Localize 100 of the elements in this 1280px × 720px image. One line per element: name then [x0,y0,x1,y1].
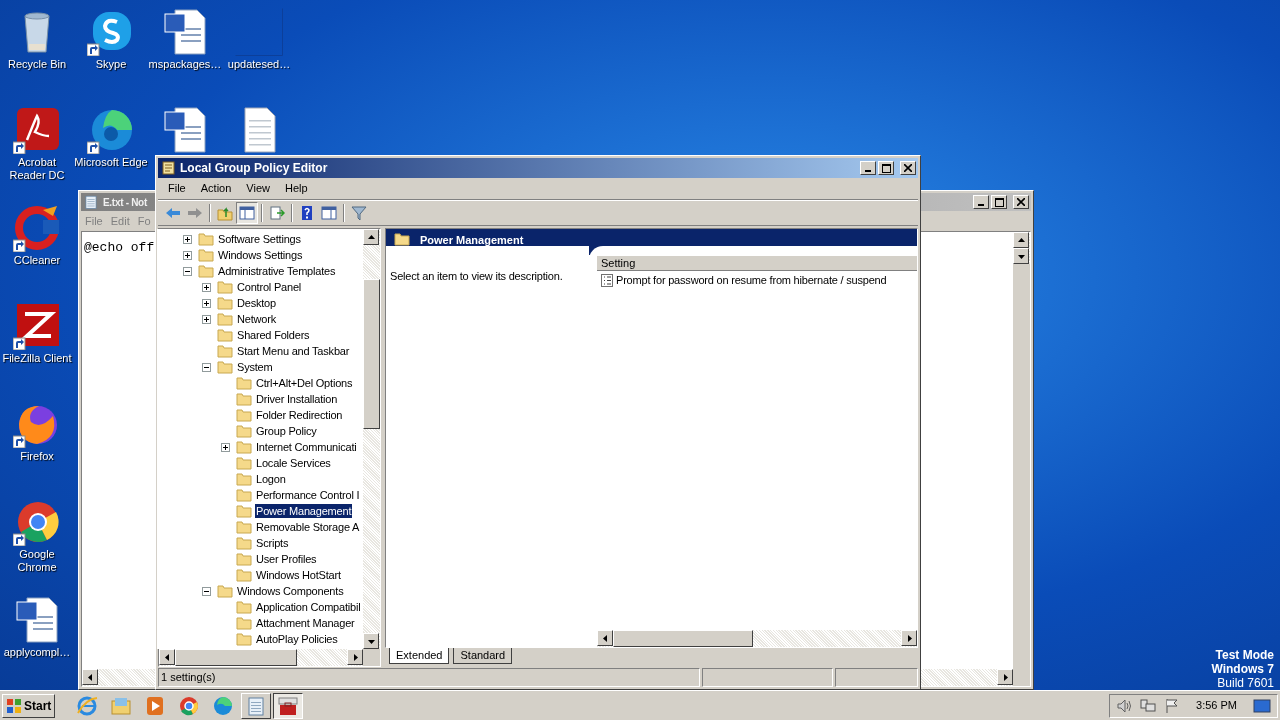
arrow-up-icon [367,233,375,241]
folder-icon [236,600,252,614]
tree-item[interactable]: Windows HotStart [255,568,342,582]
tree-item[interactable]: Performance Control I [255,488,361,502]
expand-icon[interactable] [202,298,211,308]
scroll-down-button[interactable] [1013,248,1029,264]
maximize-icon [881,163,891,173]
column-header[interactable]: Setting [597,256,917,271]
gpe-icon [277,694,300,717]
show-desktop-icon[interactable] [1253,697,1271,714]
scrollbar-thumb[interactable] [613,630,753,647]
scroll-icon [160,160,176,176]
arrow-right-icon [905,634,913,642]
edge-icon [212,694,235,717]
scroll-right-button[interactable] [997,669,1013,685]
os-notice: Build 7601 [1217,676,1274,690]
tree-item[interactable]: Shared Folders [236,328,311,342]
tree-item[interactable]: Scripts [255,536,290,550]
tree-item[interactable]: Software Settings [217,232,302,246]
expand-icon[interactable] [202,314,211,324]
close-button[interactable] [900,161,916,175]
tree-item[interactable]: Ctrl+Alt+Del Options [255,376,354,390]
close-button[interactable] [1013,195,1029,209]
arrow-right-icon [1001,673,1009,681]
scroll-left-button[interactable] [82,669,98,685]
scroll-up-button[interactable] [1013,232,1029,248]
start-button[interactable]: Start [2,693,56,718]
horizontal-scrollbar[interactable] [597,630,917,647]
tree-item[interactable]: Group Policy [255,424,318,438]
tree-item[interactable]: Windows Settings [217,248,304,262]
tree-item[interactable]: Network [236,312,277,326]
speaker-icon[interactable] [1116,697,1133,714]
policy-icon [601,273,613,287]
menu-item[interactable]: Help [284,180,308,197]
clock[interactable]: 3:56 PM [1188,697,1245,714]
scroll-left-button[interactable] [159,649,175,665]
maximize-icon [994,197,1004,207]
folder-icon [236,504,252,518]
tree-item[interactable]: AutoPlay Policies [255,632,339,646]
scroll-right-button[interactable] [901,630,917,646]
taskbar-button[interactable] [273,692,304,719]
arrow-down-icon [1017,252,1025,260]
policy-setting[interactable]: Prompt for password on resume from hibernate / suspend [616,271,887,289]
folder-icon [236,440,252,454]
collapse-icon[interactable] [202,362,211,372]
expand-icon[interactable] [183,234,192,244]
network-icon[interactable] [1140,697,1157,714]
scroll-up-button[interactable] [363,229,379,245]
expand-icon[interactable] [183,250,192,260]
tree-item[interactable]: Control Panel [236,280,303,294]
folder-icon [236,536,252,550]
windows-logo-icon [6,697,22,714]
scroll-left-button[interactable] [597,630,613,646]
chrome-icon [178,694,201,717]
menu-item[interactable]: Action [200,180,232,197]
minimize-button[interactable] [973,195,989,209]
tree-item[interactable]: Attachment Manager [255,616,356,630]
scrollbar-thumb[interactable] [175,649,297,666]
tree-item[interactable]: Driver Installation [255,392,339,406]
tree-item[interactable]: System [236,360,274,374]
arrow-left-icon [163,653,171,661]
collapse-icon[interactable] [202,586,211,596]
tree-item[interactable]: Logon [255,472,287,486]
tree-item[interactable]: Locale Services [255,456,332,470]
minimize-button[interactable] [860,161,876,175]
folder-icon [217,344,233,358]
menu-item[interactable]: View [246,180,270,197]
tree-item[interactable]: Desktop [236,296,277,310]
collapse-icon[interactable] [183,266,192,276]
arrow-right-icon [351,653,359,661]
expand-icon[interactable] [202,282,211,292]
folder-icon [198,248,214,262]
tree-item[interactable]: Administrative Templates [217,264,337,278]
tree-item[interactable]: User Profiles [255,552,318,566]
folder-icon [236,632,252,646]
scrollbar-thumb[interactable] [363,279,380,429]
tree-item[interactable]: Power Management [255,504,353,518]
view-tab[interactable]: Standard [453,648,513,664]
vertical-scrollbar[interactable] [1013,232,1030,264]
scroll-down-button[interactable] [363,633,379,649]
folder-icon [217,296,233,310]
folder-icon [236,488,252,502]
folder-icon [217,360,233,374]
vertical-scrollbar[interactable] [363,229,380,649]
horizontal-scrollbar[interactable] [159,649,363,666]
tree-item[interactable]: Folder Redirection [255,408,344,422]
folder-icon [236,408,252,422]
tree-item[interactable]: Internet Communicati [255,440,358,454]
maximize-button[interactable] [991,195,1007,209]
tree-item[interactable]: Windows Components [236,584,345,598]
tree-item[interactable]: Removable Storage A [255,520,361,534]
view-tab[interactable]: Extended [389,648,450,664]
folder-icon [217,328,233,342]
console-tree-icon[interactable] [236,202,258,224]
tree-item[interactable]: Application Compatibil [255,600,362,614]
maximize-button[interactable] [878,161,894,175]
scroll-right-button[interactable] [347,649,363,665]
tree-item[interactable]: Start Menu and Taskbar [236,344,351,358]
menu-item[interactable]: File [168,180,186,197]
expand-icon[interactable] [221,442,230,452]
